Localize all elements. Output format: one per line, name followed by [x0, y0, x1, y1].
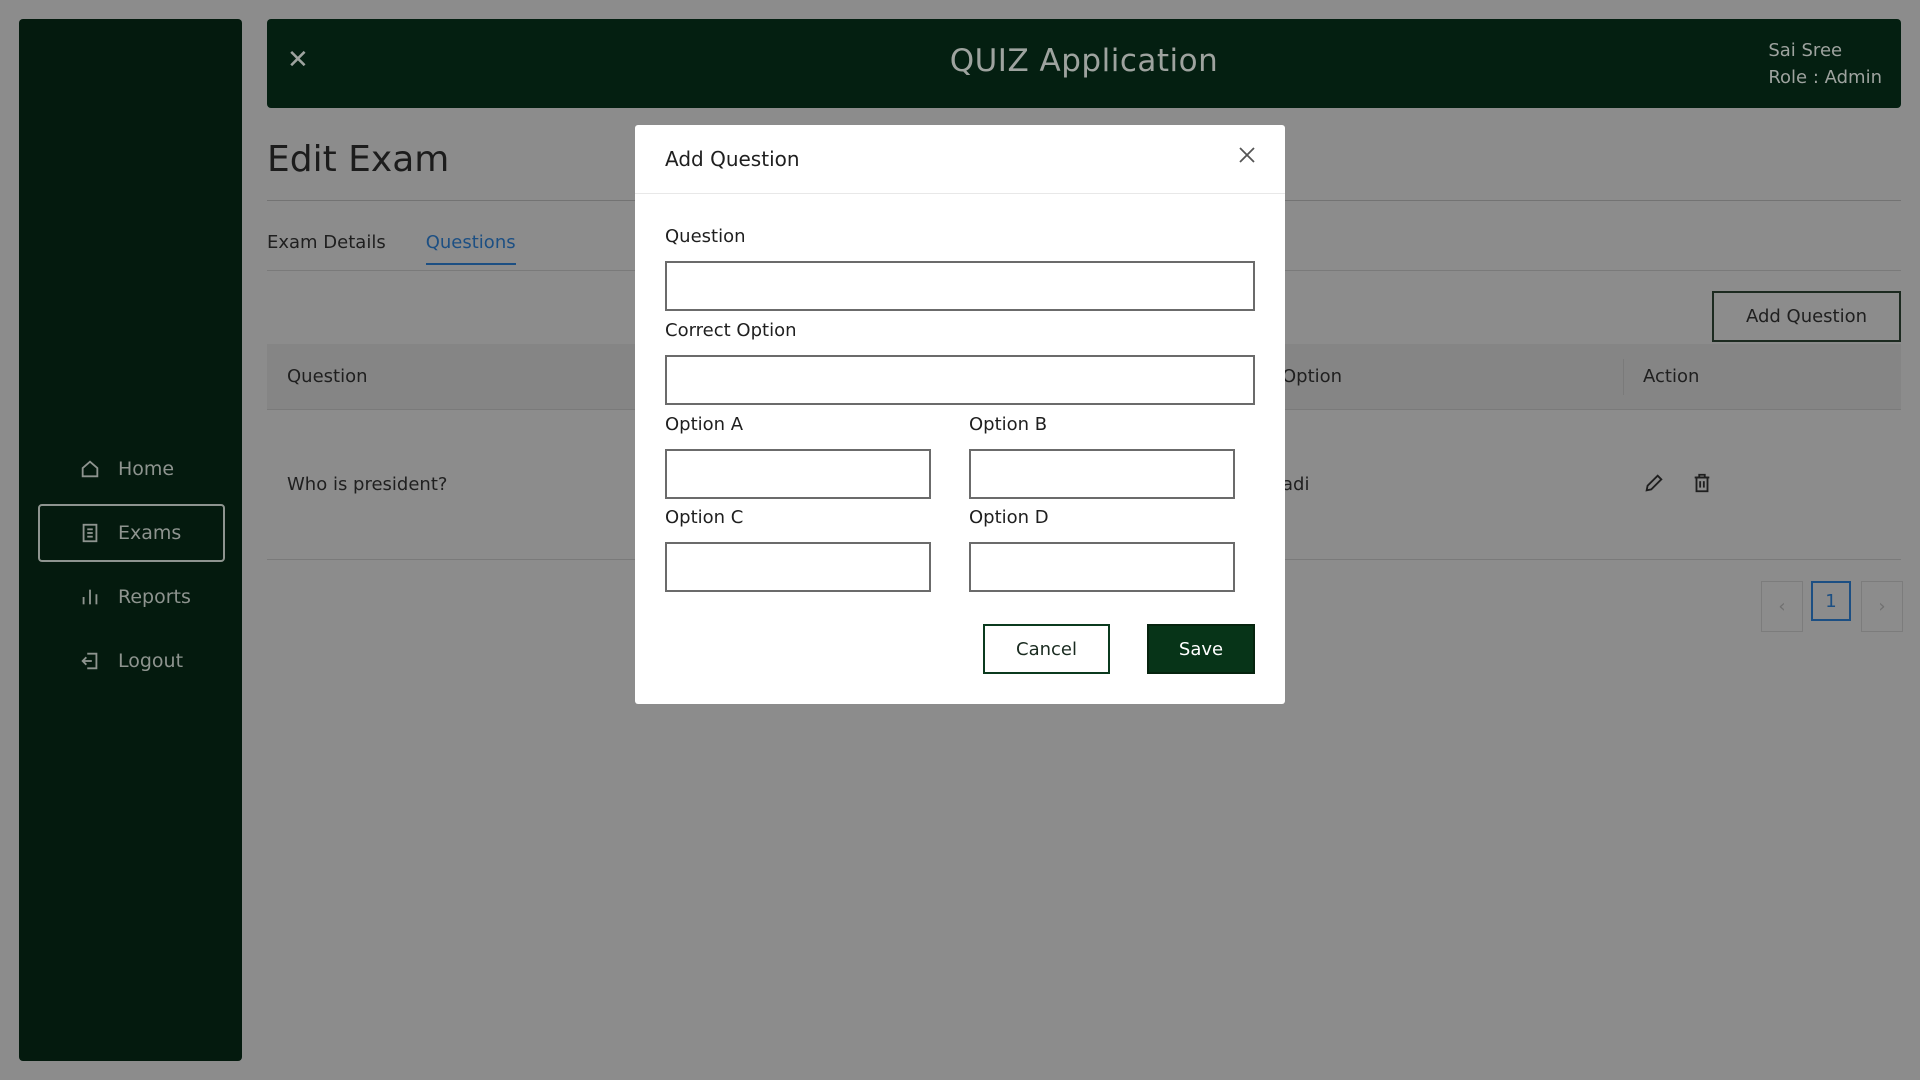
logout-icon — [78, 649, 102, 673]
sidebar-item-label: Exams — [118, 522, 182, 544]
bar-chart-icon — [78, 585, 102, 609]
cell-option: adi — [1282, 474, 1310, 495]
user-role: Role : Admin — [1768, 67, 1882, 88]
sidebar: Home Exams Reports Logout — [19, 19, 242, 1061]
question-label: Question — [665, 226, 746, 247]
option-a-input[interactable] — [665, 449, 931, 499]
app-title: QUIZ Application — [949, 43, 1219, 79]
sidebar-item-exams[interactable]: Exams — [38, 504, 225, 562]
option-c-label: Option C — [665, 507, 744, 528]
cell-question: Who is president? — [287, 474, 448, 495]
option-d-input[interactable] — [969, 542, 1235, 592]
user-name: Sai Sree — [1768, 40, 1843, 61]
home-icon — [78, 457, 102, 481]
page-title: Edit Exam — [267, 139, 450, 180]
modal-close-icon[interactable] — [1237, 145, 1261, 169]
cancel-button[interactable]: Cancel — [983, 624, 1110, 674]
sidebar-item-label: Logout — [118, 650, 184, 672]
option-a-label: Option A — [665, 414, 744, 435]
app-header: ✕ QUIZ Application Sai Sree Role : Admin — [267, 19, 1901, 108]
tab-bar: Exam Details Questions — [267, 232, 516, 265]
option-b-input[interactable] — [969, 449, 1235, 499]
add-question-modal: Add Question Question Correct Option Opt… — [635, 125, 1285, 704]
modal-title: Add Question — [665, 147, 800, 171]
sidebar-item-logout[interactable]: Logout — [38, 632, 225, 690]
column-separator — [1623, 359, 1624, 395]
trash-icon[interactable] — [1691, 472, 1715, 496]
sidebar-item-home[interactable]: Home — [38, 440, 225, 498]
user-info: Sai Sree Role : Admin — [1768, 37, 1882, 91]
pagination-prev[interactable]: ‹ — [1761, 581, 1803, 632]
option-d-label: Option D — [969, 507, 1049, 528]
pagination-next[interactable]: › — [1861, 581, 1903, 632]
column-header-question: Question — [287, 366, 368, 387]
option-c-input[interactable] — [665, 542, 931, 592]
sidebar-item-label: Reports — [118, 586, 191, 608]
question-input[interactable] — [665, 261, 1255, 311]
column-header-action: Action — [1643, 366, 1700, 387]
add-question-button[interactable]: Add Question — [1712, 291, 1901, 342]
save-button[interactable]: Save — [1147, 624, 1255, 674]
correct-option-input[interactable] — [665, 355, 1255, 405]
sidebar-item-reports[interactable]: Reports — [38, 568, 225, 626]
option-b-label: Option B — [969, 414, 1048, 435]
sidebar-item-label: Home — [118, 458, 175, 480]
tab-questions[interactable]: Questions — [425, 232, 516, 265]
edit-icon[interactable] — [1643, 472, 1667, 496]
pagination-page-1[interactable]: 1 — [1811, 581, 1851, 621]
column-header-option: Option — [1282, 366, 1343, 387]
document-icon — [78, 521, 102, 545]
correct-option-label: Correct Option — [665, 320, 797, 341]
sidebar-nav: Home Exams Reports Logout — [38, 440, 225, 696]
tab-exam-details[interactable]: Exam Details — [267, 232, 386, 265]
modal-header: Add Question — [635, 125, 1285, 194]
